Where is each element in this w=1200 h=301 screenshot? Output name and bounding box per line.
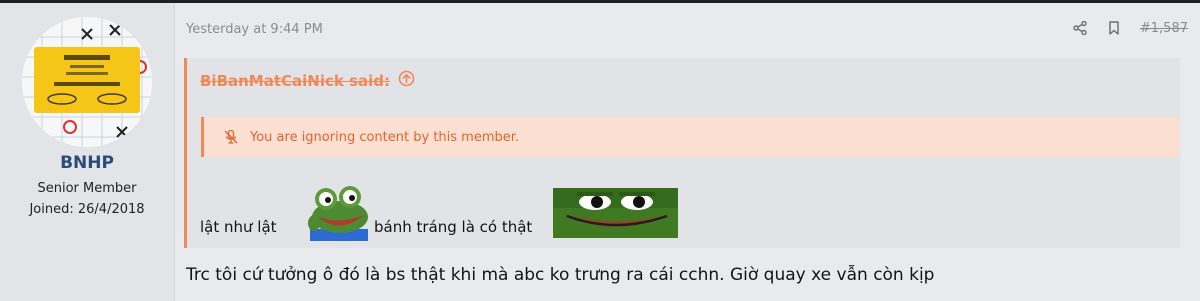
muted-mic-icon bbox=[223, 129, 239, 145]
quote-block: BiBanMatCaiNick said: You are ignoring c… bbox=[184, 58, 1180, 248]
username[interactable]: BNHP bbox=[0, 153, 174, 173]
user-joined-date: Joined: 26/4/2018 bbox=[29, 202, 145, 217]
post-date[interactable]: Yesterday at 9:44 PM bbox=[186, 22, 323, 37]
ignore-message: You are ignoring content by this member. bbox=[250, 129, 520, 145]
smug-frog-emote bbox=[553, 188, 678, 242]
share-icon[interactable] bbox=[1072, 20, 1088, 36]
post-body-text: Trc tôi cứ tưởng ô đó là bs thật khi mà … bbox=[186, 265, 935, 285]
user-panel: BNHP Senior Member Joined: 26/4/2018 bbox=[0, 3, 175, 301]
quote-text-2: bánh tráng là có thật bbox=[374, 218, 533, 236]
quote-content: lật như lật bánh tráng là có thật bbox=[200, 185, 1100, 245]
post-number-link[interactable]: #1,587 bbox=[1140, 21, 1188, 36]
post-actions: #1,587 bbox=[1072, 20, 1188, 36]
user-title: Senior Member bbox=[37, 181, 137, 196]
quote-author[interactable]: BiBanMatCaiNick said: bbox=[200, 72, 390, 90]
post-main: Yesterday at 9:44 PM #1,587 BiBanMatCaiN… bbox=[175, 3, 1200, 301]
frog-game-avatar-icon bbox=[22, 17, 152, 147]
arrow-up-circle-icon[interactable] bbox=[398, 70, 415, 91]
ignore-notice: You are ignoring content by this member. bbox=[201, 117, 1179, 157]
quote-text-1: lật như lật bbox=[200, 218, 277, 236]
laughing-frog-emote bbox=[304, 185, 372, 245]
bookmark-icon[interactable] bbox=[1106, 20, 1122, 36]
avatar[interactable] bbox=[22, 17, 152, 147]
quote-header: BiBanMatCaiNick said: bbox=[200, 70, 415, 91]
